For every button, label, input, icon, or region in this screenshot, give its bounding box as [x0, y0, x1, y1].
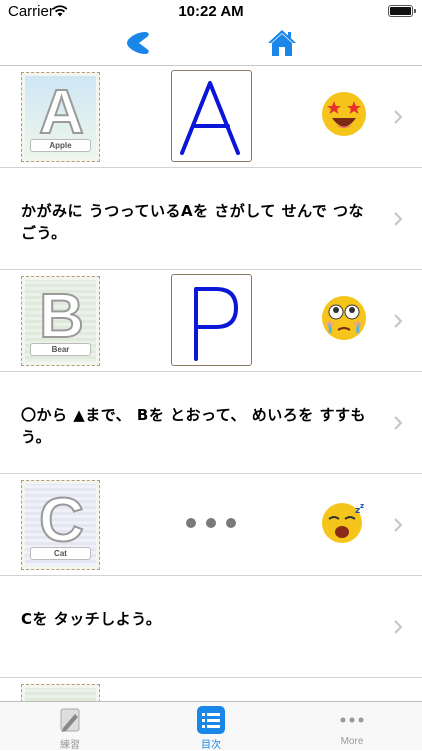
home-button[interactable] [266, 28, 298, 58]
chevron-right-icon [394, 212, 403, 226]
instruction-text: かがみに うつっているAを さがして せんで つなごう。 [21, 202, 365, 242]
sleepy-emoji: z z [322, 502, 364, 543]
back-button[interactable] [123, 28, 153, 58]
drawn-letter-box [171, 70, 252, 162]
card-letter: A [38, 77, 85, 148]
letter-card: C Cat [21, 480, 100, 570]
svg-text:z: z [360, 502, 364, 510]
tab-label: More [340, 736, 364, 747]
list-item[interactable]: C Cat z z [0, 474, 422, 576]
worried-emoji [322, 296, 366, 340]
clock: 10:22 AM [178, 3, 244, 20]
letter-card: A Apple [21, 72, 100, 162]
tab-bar: 練習 目次 More [0, 701, 422, 751]
list-icon [197, 706, 225, 734]
pencil-note-icon [60, 708, 80, 732]
tab-label: 練習 [60, 740, 80, 751]
navigation-bar [0, 22, 422, 66]
lesson-list: A Apple かがみに うつっているAを さがして せんで つなごう。 B B… [0, 66, 422, 701]
list-item[interactable] [0, 678, 422, 701]
list-item[interactable]: B Bear [0, 270, 422, 372]
chevron-right-icon [394, 416, 403, 430]
letter-card [21, 684, 100, 701]
drawn-letter [194, 287, 238, 361]
instruction-text: Cを タッチしよう。 [21, 610, 162, 628]
chevron-right-icon [394, 110, 403, 124]
status-bar: Carrier 10:22 AM [0, 0, 422, 22]
more-dots-icon [340, 717, 364, 723]
star-eyes-emoji [322, 92, 366, 136]
card-word: Apple [30, 139, 91, 152]
card-letter: B [38, 281, 85, 352]
card-word: Cat [30, 547, 91, 560]
list-item[interactable]: A Apple [0, 66, 422, 168]
list-item[interactable]: Cを タッチしよう。 [0, 576, 422, 678]
tab-more[interactable]: More [282, 702, 422, 751]
instruction-text: 〇から ▲まで、 Bを とおって、 めいろを すすもう。 [21, 406, 366, 446]
drawn-letter-box [171, 274, 252, 366]
tab-contents[interactable]: 目次 [141, 702, 281, 751]
battery-icon [388, 5, 416, 17]
chevron-right-icon [394, 314, 403, 328]
chevron-right-icon [394, 518, 403, 532]
tab-label: 目次 [201, 740, 221, 751]
letter-card: B Bear [21, 276, 100, 366]
list-item[interactable]: 〇から ▲まで、 Bを とおって、 めいろを すすもう。 [0, 372, 422, 474]
pending-dots-icon [186, 518, 236, 528]
tab-practice[interactable]: 練習 [0, 702, 140, 751]
card-letter: C [38, 485, 85, 556]
card-word: Bear [30, 343, 91, 356]
chevron-right-icon [394, 620, 403, 634]
list-item[interactable]: かがみに うつっているAを さがして せんで つなごう。 [0, 168, 422, 270]
drawn-letter [180, 81, 240, 155]
